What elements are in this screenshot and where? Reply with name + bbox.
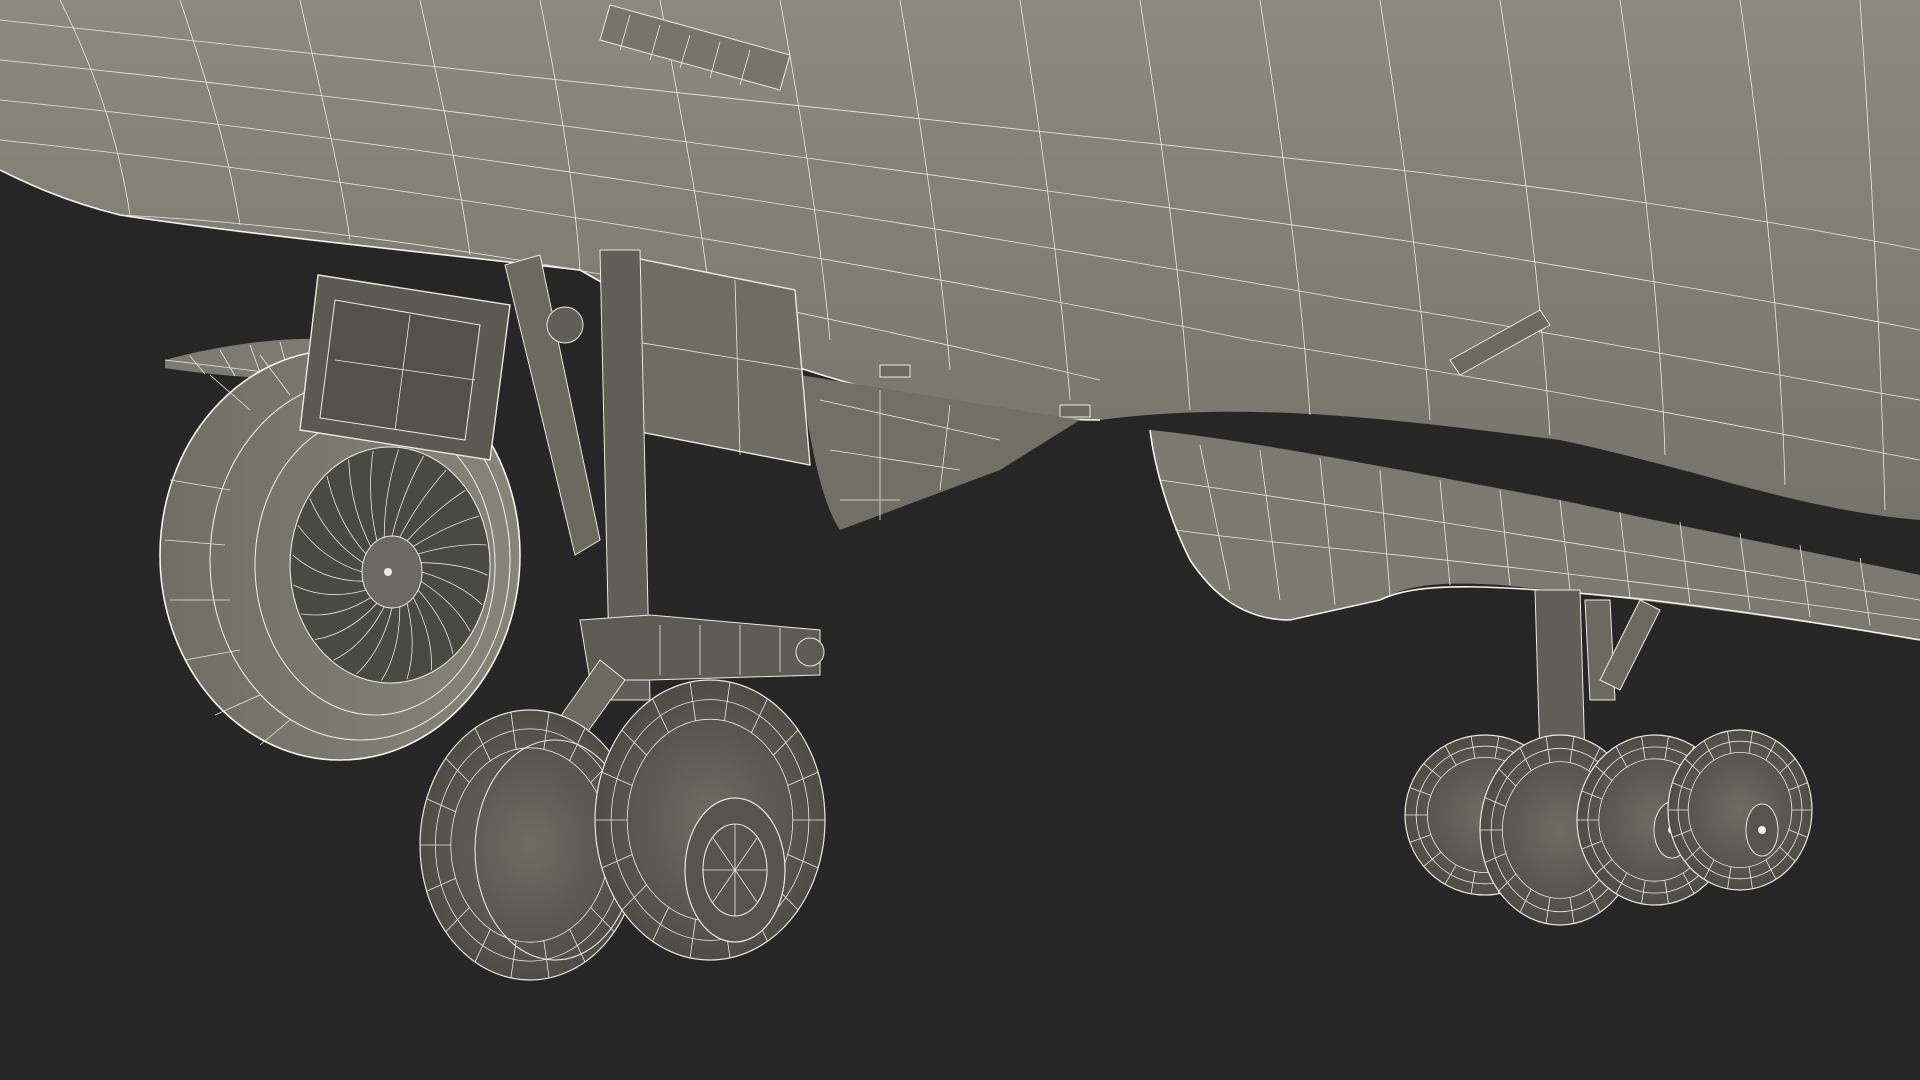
wireframe-render-canvas bbox=[0, 0, 1920, 981]
antenna bbox=[879, 364, 911, 378]
tire bbox=[1667, 729, 1813, 891]
engine-fan bbox=[289, 446, 491, 684]
nose-gear-door bbox=[299, 274, 511, 461]
tire bbox=[594, 679, 826, 961]
antenna bbox=[1059, 404, 1091, 418]
right-landing-gear bbox=[1404, 589, 1813, 926]
